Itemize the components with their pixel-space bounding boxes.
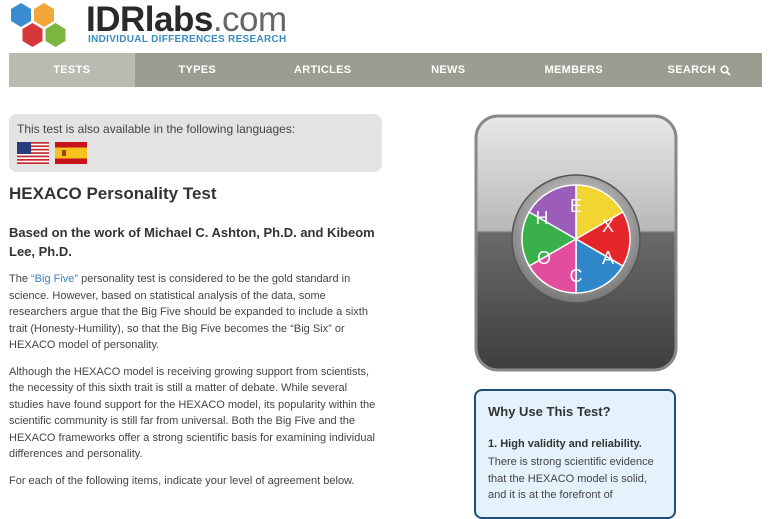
big-five-link[interactable]: “Big Five” bbox=[31, 273, 78, 285]
letter-e: E bbox=[570, 196, 582, 216]
letter-h: H bbox=[536, 208, 549, 228]
instructions-paragraph: For each of the following items, indicat… bbox=[9, 474, 355, 487]
nav-search[interactable]: SEARCH bbox=[637, 53, 763, 87]
debate-paragraph: Although the HEXACO model is receiving g… bbox=[9, 365, 376, 461]
nav-news[interactable]: NEWS bbox=[386, 53, 512, 87]
letter-o: O bbox=[537, 248, 551, 268]
letter-a: A bbox=[602, 248, 614, 268]
site-logo[interactable]: IDRlabs.com INDIVIDUAL DIFFERENCES RESEA… bbox=[8, 0, 288, 54]
page-subtitle: Based on the work of Michael C. Ashton, … bbox=[9, 225, 375, 259]
why-use-box: Why Use This Test? 1. High validity and … bbox=[474, 389, 676, 519]
nav-members[interactable]: MEMBERS bbox=[511, 53, 637, 87]
why-item-text: There is strong scientific evidence that… bbox=[488, 456, 654, 501]
nav-search-label: SEARCH bbox=[667, 64, 716, 76]
nav-articles[interactable]: ARTICLES bbox=[260, 53, 386, 87]
intro-paragraph: The “Big Five” personality test is consi… bbox=[9, 273, 368, 351]
letter-c: C bbox=[570, 266, 583, 286]
hexaco-app-icon: H E X A C O bbox=[474, 114, 678, 372]
search-icon bbox=[720, 64, 731, 76]
logo-tagline: INDIVIDUAL DIFFERENCES RESEARCH bbox=[88, 34, 287, 45]
page-title: HEXACO Personality Test bbox=[9, 184, 217, 203]
nav-tests[interactable]: TESTS bbox=[9, 53, 135, 87]
logo-hexagons-icon bbox=[11, 3, 66, 47]
spain-flag-icon[interactable] bbox=[55, 142, 87, 164]
us-flag-icon[interactable] bbox=[17, 142, 49, 164]
why-title: Why Use This Test? bbox=[488, 404, 611, 419]
letter-x: X bbox=[602, 216, 614, 236]
language-note: This test is also available in the follo… bbox=[17, 122, 296, 136]
why-item-title: 1. High validity and reliability. bbox=[488, 438, 642, 450]
nav-types[interactable]: TYPES bbox=[135, 53, 261, 87]
article-content: HEXACO Personality Test Based on the wor… bbox=[9, 184, 384, 489]
language-selector-box: This test is also available in the follo… bbox=[9, 114, 382, 172]
main-navigation: TESTS TYPES ARTICLES NEWS MEMBERS SEARCH bbox=[9, 53, 762, 87]
